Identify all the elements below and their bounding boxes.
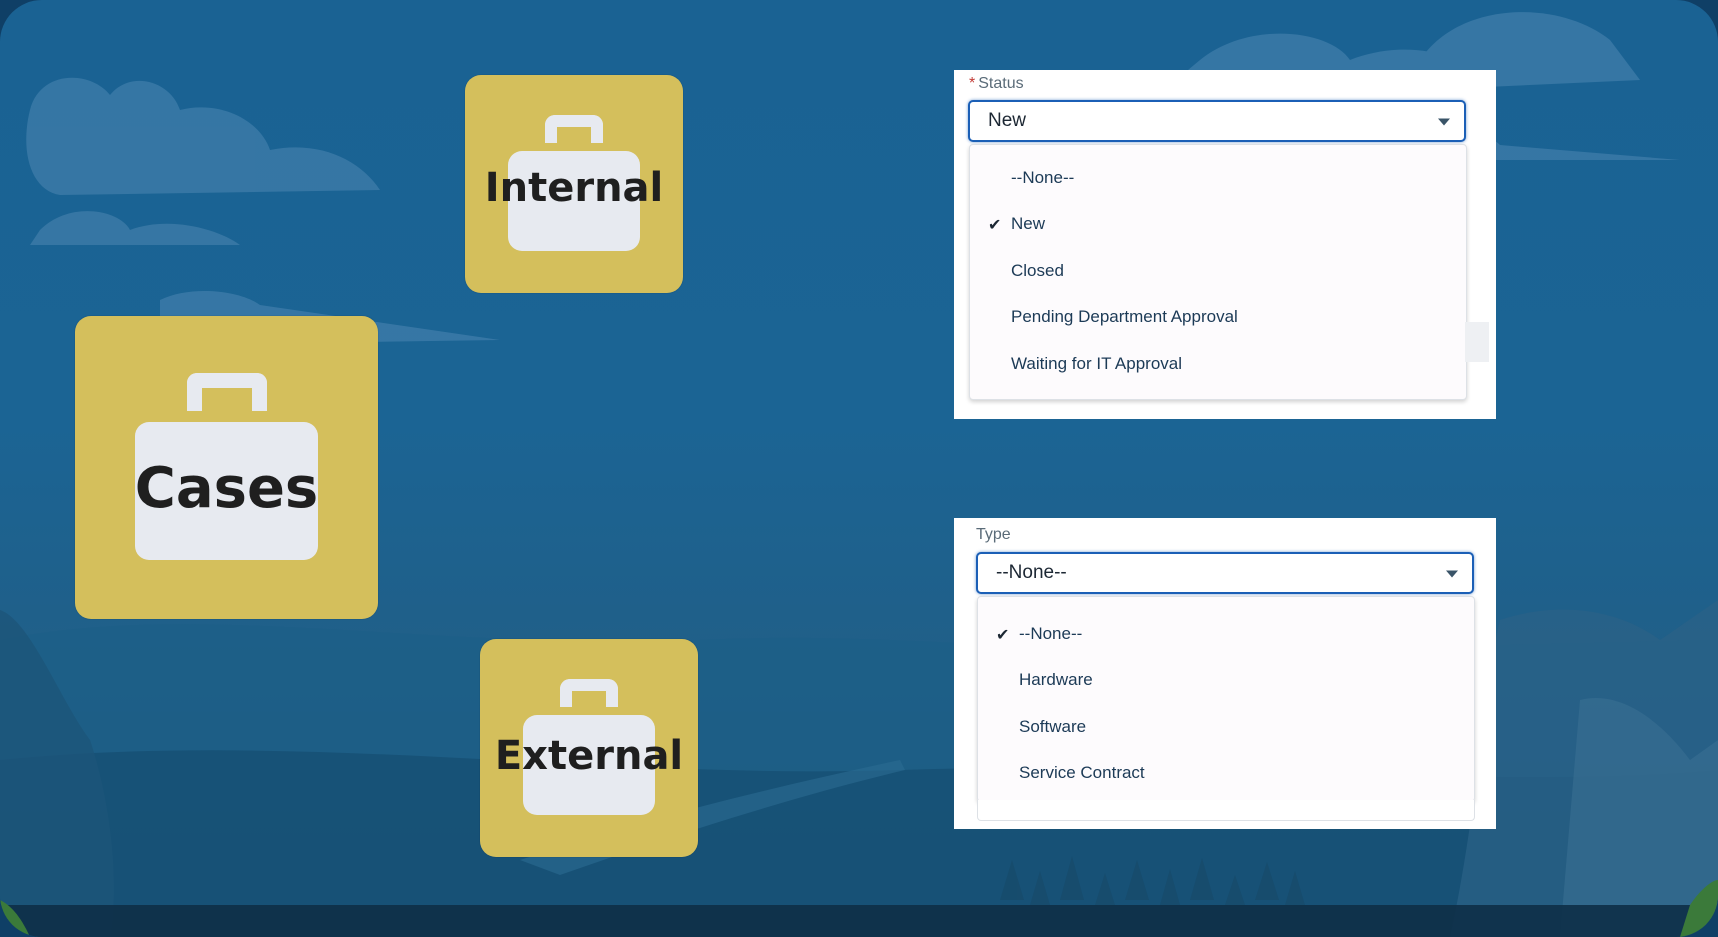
cases-tile: Cases <box>75 316 378 619</box>
chevron-down-icon[interactable] <box>1446 570 1458 578</box>
briefcase-handle <box>545 115 603 143</box>
status-option-none[interactable]: --None-- <box>970 159 1466 199</box>
hidden-field-edge <box>1465 322 1489 362</box>
status-dropdown-list: --None-- ✔ New Closed Pending Department … <box>969 144 1467 400</box>
required-marker: * <box>969 75 976 92</box>
status-option-closed[interactable]: Closed <box>970 252 1466 292</box>
type-option-none[interactable]: ✔ --None-- <box>978 615 1474 655</box>
status-option-waiting-for-it-approval[interactable]: Waiting for IT Approval <box>970 345 1466 385</box>
status-option-new[interactable]: ✔ New <box>970 205 1466 245</box>
external-cases-tile: External <box>480 639 698 857</box>
status-field-label: * Status <box>969 75 1024 93</box>
internal-cases-tile: Internal <box>465 75 683 293</box>
check-icon: ✔ <box>996 627 1010 644</box>
type-selected-value: --None-- <box>996 562 1067 583</box>
status-combobox[interactable]: New <box>968 100 1466 142</box>
check-icon: ✔ <box>988 217 1002 234</box>
status-label-text: Status <box>978 75 1024 92</box>
type-option-service-contract[interactable]: Service Contract <box>978 754 1474 794</box>
external-label: External <box>494 733 684 779</box>
status-option-pending-department-approval[interactable]: Pending Department Approval <box>970 298 1466 338</box>
cases-label: Cases <box>134 456 319 521</box>
type-dropdown-list: ✔ --None-- Hardware Software Service Cont… <box>977 596 1475 802</box>
type-option-hardware[interactable]: Hardware <box>978 661 1474 701</box>
type-option-software[interactable]: Software <box>978 708 1474 748</box>
background-scene: Internal Cases External * Status New --No… <box>0 0 1718 937</box>
status-picklist-panel: * Status New --None-- ✔ New Closed Pending… <box>954 70 1496 419</box>
type-combobox[interactable]: --None-- <box>976 552 1474 594</box>
status-selected-value: New <box>988 110 1027 131</box>
type-picklist-panel: Type --None-- ✔ --None-- Hardware Softwar… <box>954 518 1496 829</box>
chevron-down-icon[interactable] <box>1438 118 1450 126</box>
hidden-field-edge <box>977 800 1475 821</box>
briefcase-handle <box>187 373 267 411</box>
internal-label: Internal <box>484 165 664 211</box>
briefcase-handle <box>560 679 618 707</box>
type-field-label: Type <box>976 526 1011 543</box>
